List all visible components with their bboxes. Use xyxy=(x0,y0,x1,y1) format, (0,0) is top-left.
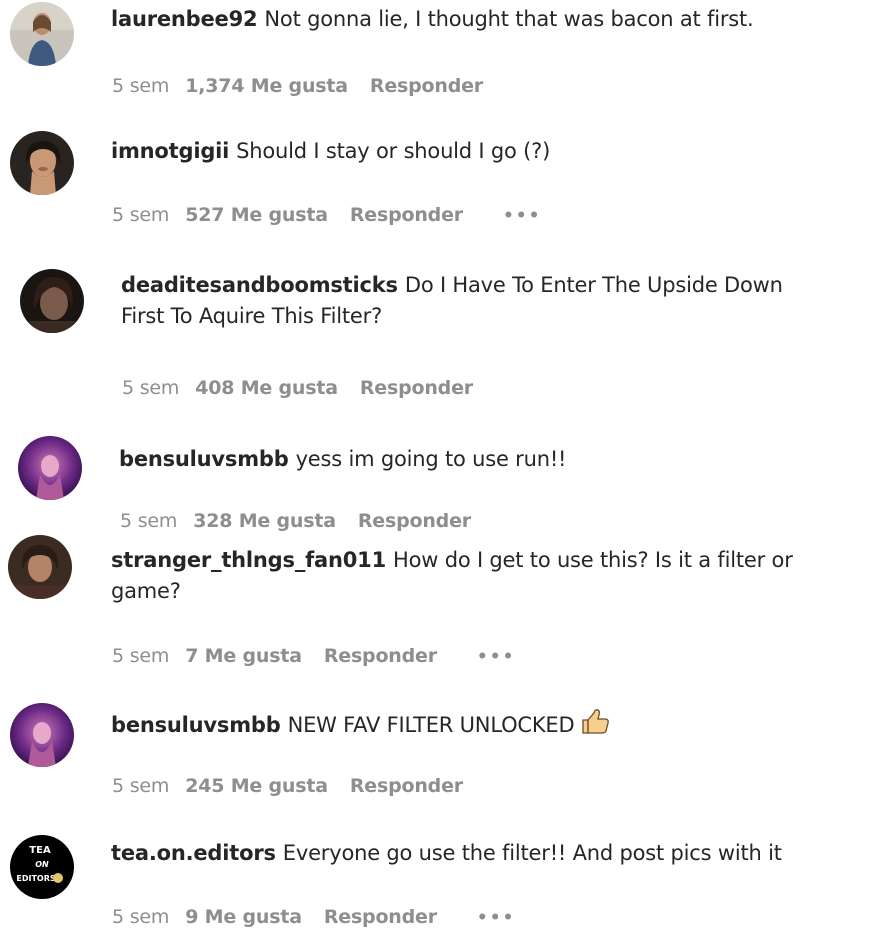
comment-username[interactable]: bensuluvsmbb xyxy=(111,713,281,737)
avatar[interactable] xyxy=(18,436,82,500)
more-options-icon[interactable]: ••• xyxy=(503,206,542,226)
likes-count[interactable]: 1,374 Me gusta xyxy=(185,75,348,97)
user-photo-icon xyxy=(10,131,74,195)
comment-text: tea.on.editors Everyone go use the filter… xyxy=(111,838,895,869)
likes-count[interactable]: 9 Me gusta xyxy=(185,906,302,928)
comment-text: bensuluvsmbb yess im going to use run!! xyxy=(119,444,895,475)
comment-message: Should I stay or should I go (?) xyxy=(236,139,551,163)
avatar[interactable] xyxy=(20,269,84,333)
avatar[interactable] xyxy=(10,2,74,66)
comment-message: Everyone go use the filter!! And post pi… xyxy=(282,841,782,865)
comment-time: 5 sem xyxy=(112,906,170,928)
comment-username[interactable]: deaditesandboomsticks xyxy=(121,273,398,297)
likes-count[interactable]: 408 Me gusta xyxy=(195,377,338,399)
comment-message: yess im going to use run!! xyxy=(295,447,567,471)
reply-button[interactable]: Responder xyxy=(370,75,483,97)
svg-text:ON: ON xyxy=(35,860,49,869)
thumbs-up-icon xyxy=(582,709,610,734)
reply-button[interactable]: Responder xyxy=(358,510,471,532)
reply-button[interactable]: Responder xyxy=(350,775,463,797)
reply-button[interactable]: Responder xyxy=(360,377,473,399)
comment-meta: 5 sem 9 Me gusta Responder ••• xyxy=(112,906,516,928)
brand-logo-icon: TEA ON EDITORS xyxy=(10,835,74,899)
comment-meta: 5 sem 245 Me gusta Responder xyxy=(112,775,463,797)
svg-text:EDITORS: EDITORS xyxy=(16,874,56,883)
comment-text: stranger_thlngs_fan011 How do I get to us… xyxy=(111,545,895,576)
svg-text:TEA: TEA xyxy=(29,845,51,856)
comment-time: 5 sem xyxy=(112,645,170,667)
comment-username[interactable]: bensuluvsmbb xyxy=(119,447,289,471)
user-photo-icon xyxy=(10,2,74,66)
likes-count[interactable]: 7 Me gusta xyxy=(185,645,302,667)
likes-count[interactable]: 328 Me gusta xyxy=(193,510,336,532)
comment-meta: 5 sem 1,374 Me gusta Responder xyxy=(112,75,483,97)
comment-time: 5 sem xyxy=(112,204,170,226)
comment-time: 5 sem xyxy=(120,510,178,532)
comment-text: deaditesandboomsticks Do I Have To Enter … xyxy=(121,270,895,301)
comment-time: 5 sem xyxy=(112,775,170,797)
more-options-icon[interactable]: ••• xyxy=(477,647,516,667)
avatar[interactable] xyxy=(10,703,74,767)
comment-meta: 5 sem 7 Me gusta Responder ••• xyxy=(112,645,516,667)
comment-text: imnotgigii Should I stay or should I go (… xyxy=(111,136,895,167)
comment-message: NEW FAV FILTER UNLOCKED xyxy=(287,713,575,737)
comment-message: Do I Have To Enter The Upside Down xyxy=(404,273,783,297)
comment-meta: 5 sem 527 Me gusta Responder ••• xyxy=(112,204,542,226)
avatar[interactable] xyxy=(8,535,72,599)
comment-meta: 5 sem 328 Me gusta Responder xyxy=(120,510,471,532)
avatar[interactable]: TEA ON EDITORS xyxy=(10,835,74,899)
comment-username[interactable]: tea.on.editors xyxy=(111,841,276,865)
likes-count[interactable]: 527 Me gusta xyxy=(185,204,328,226)
comment-username[interactable]: laurenbee92 xyxy=(111,7,258,31)
reply-button[interactable]: Responder xyxy=(324,645,437,667)
comment-message: How do I get to use this? Is it a filter… xyxy=(393,548,793,572)
comment-text: bensuluvsmbb NEW FAV FILTER UNLOCKED xyxy=(111,707,895,741)
comment-username[interactable]: stranger_thlngs_fan011 xyxy=(111,548,386,572)
comment-text: laurenbee92 Not gonna lie, I thought that… xyxy=(111,4,895,35)
comment-time: 5 sem xyxy=(122,377,180,399)
comment-message: Not gonna lie, I thought that was bacon … xyxy=(264,7,754,31)
user-photo-icon xyxy=(10,703,74,767)
comment-username[interactable]: imnotgigii xyxy=(111,139,229,163)
reply-button[interactable]: Responder xyxy=(324,906,437,928)
comment-text-continued: First To Aquire This Filter? xyxy=(121,304,383,328)
likes-count[interactable]: 245 Me gusta xyxy=(185,775,328,797)
more-options-icon[interactable]: ••• xyxy=(477,908,516,928)
comment-meta: 5 sem 408 Me gusta Responder xyxy=(122,377,473,399)
comment-time: 5 sem xyxy=(112,75,170,97)
user-photo-icon xyxy=(8,535,72,599)
avatar[interactable] xyxy=(10,131,74,195)
comment-text-continued: game? xyxy=(111,579,181,603)
reply-button[interactable]: Responder xyxy=(350,204,463,226)
user-photo-icon xyxy=(20,269,84,333)
user-photo-icon xyxy=(18,436,82,500)
